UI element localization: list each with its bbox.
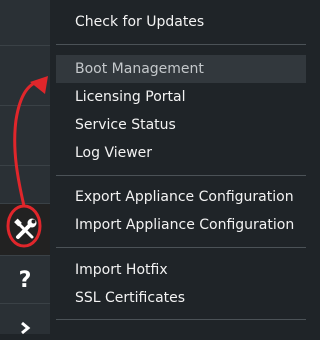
next-button[interactable]: [0, 304, 50, 335]
menu-item-licensing-portal[interactable]: Licensing Portal: [56, 83, 306, 111]
rail-cell-2: [0, 46, 50, 106]
rail-cell-4: [0, 166, 50, 204]
menu-item-import-appliance-configuration[interactable]: Import Appliance Configuration: [56, 211, 306, 239]
menu-divider: [56, 175, 306, 176]
menu-divider: [56, 247, 306, 248]
left-nav-rail: ?: [0, 0, 50, 335]
menu-item-check-for-updates[interactable]: Check for Updates: [56, 8, 306, 36]
menu-item-boot-management[interactable]: Boot Management: [56, 55, 306, 83]
rail-cell-3: [0, 106, 50, 166]
menu-divider: [56, 319, 306, 320]
question-mark-icon: ?: [18, 267, 32, 293]
tools-button[interactable]: [0, 204, 50, 256]
menu-item-export-appliance-configuration[interactable]: Export Appliance Configuration: [56, 183, 306, 211]
help-button[interactable]: ?: [0, 256, 50, 304]
menu-item-ssl-certificates[interactable]: SSL Certificates: [56, 284, 306, 312]
menu-item-service-status[interactable]: Service Status: [56, 111, 306, 139]
rail-cell-top: [0, 0, 50, 46]
wrench-screwdriver-icon: [0, 204, 50, 256]
menu-item-import-hotfix[interactable]: Import Hotfix: [56, 256, 306, 284]
chevron-right-icon: [0, 316, 50, 340]
tools-dropdown-menu: Check for Updates Boot Management Licens…: [56, 0, 306, 334]
menu-divider: [56, 44, 306, 45]
menu-item-log-viewer[interactable]: Log Viewer: [56, 139, 306, 167]
